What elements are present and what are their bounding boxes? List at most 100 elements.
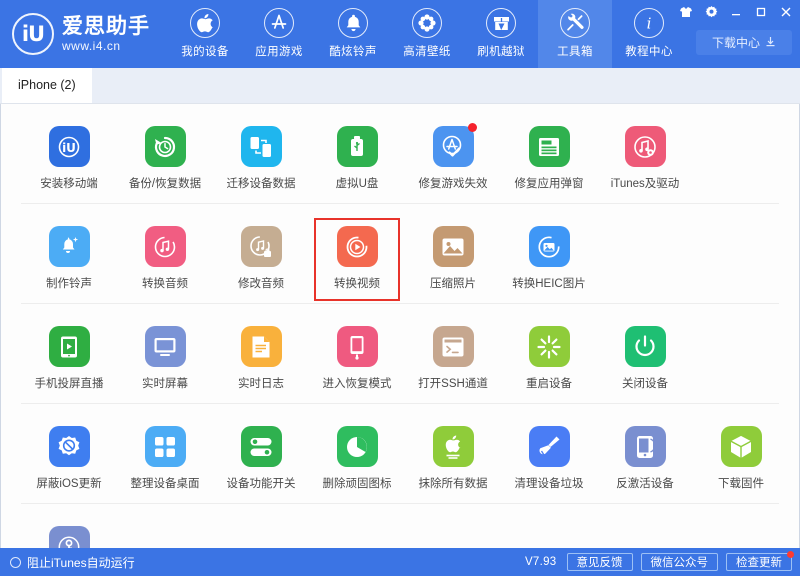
tool-item[interactable]: 删除顽固图标 bbox=[309, 418, 405, 503]
tool-item-label: 压缩照片 bbox=[430, 277, 476, 291]
tool-row: 访问限制 bbox=[21, 504, 779, 548]
nav-item-2[interactable]: 酷炫铃声 bbox=[316, 0, 390, 68]
tool-item-label: 下载固件 bbox=[718, 477, 764, 491]
tool-item-label: 修改音频 bbox=[238, 277, 284, 291]
tool-item-label: 重启设备 bbox=[526, 377, 572, 391]
nav-item-1[interactable]: 应用游戏 bbox=[242, 0, 316, 68]
appstore-fix-icon bbox=[433, 126, 474, 167]
app-header: iU 爱思助手 www.i4.cn 我的设备应用游戏酷炫铃声高清壁纸刷机越狱工具… bbox=[0, 0, 800, 68]
footer-button-1[interactable]: 微信公众号 bbox=[641, 553, 719, 571]
nav-item-0[interactable]: 我的设备 bbox=[168, 0, 242, 68]
nav-item-5[interactable]: 工具箱 bbox=[538, 0, 612, 68]
tool-item-label: 虚拟U盘 bbox=[336, 177, 379, 191]
tool-item[interactable]: 关闭设备 bbox=[597, 318, 693, 403]
tool-item[interactable]: 清理设备垃圾 bbox=[501, 418, 597, 503]
minimize-button[interactable] bbox=[728, 4, 744, 20]
brand-name: 爱思助手 bbox=[62, 15, 150, 39]
tool-item[interactable]: 进入恢复模式 bbox=[309, 318, 405, 403]
notification-badge bbox=[468, 123, 477, 132]
tool-item[interactable]: 实时屏幕 bbox=[117, 318, 213, 403]
tool-item-label: 删除顽固图标 bbox=[323, 477, 392, 491]
tool-item-label: 转换HEIC图片 bbox=[512, 277, 585, 291]
block-ios-update-icon bbox=[49, 426, 90, 467]
screen-cast-icon bbox=[49, 326, 90, 367]
tool-item[interactable]: 访问限制 bbox=[21, 518, 117, 548]
live-screen-icon bbox=[145, 326, 186, 367]
settings-gear-icon[interactable] bbox=[703, 4, 719, 20]
footer-button-label: 意见反馈 bbox=[577, 554, 623, 570]
skin-icon[interactable] bbox=[678, 4, 694, 20]
arrange-desktop-icon bbox=[145, 426, 186, 467]
tool-item[interactable]: 整理设备桌面 bbox=[117, 418, 213, 503]
apple-icon bbox=[190, 8, 220, 38]
close-button[interactable] bbox=[778, 4, 794, 20]
itunes-driver-icon bbox=[625, 126, 666, 167]
version-label: V7.93 bbox=[525, 556, 557, 568]
tool-item[interactable]: 修复应用弹窗 bbox=[501, 118, 597, 203]
usb-drive-icon bbox=[337, 126, 378, 167]
ssh-terminal-icon bbox=[433, 326, 474, 367]
remove-icon-icon bbox=[337, 426, 378, 467]
device-tab-strip: iPhone (2) bbox=[0, 68, 800, 104]
svg-text:iU: iU bbox=[62, 141, 76, 155]
tool-item[interactable]: 虚拟U盘 bbox=[309, 118, 405, 203]
tool-item[interactable]: 修复游戏失效 bbox=[405, 118, 501, 203]
window-controls bbox=[678, 4, 794, 20]
footer-button-label: 检查更新 bbox=[736, 554, 782, 570]
clean-junk-icon bbox=[529, 426, 570, 467]
tool-item[interactable]: 重启设备 bbox=[501, 318, 597, 403]
tool-item[interactable]: 备份/恢复数据 bbox=[117, 118, 213, 203]
tool-item-label: 转换音频 bbox=[142, 277, 188, 291]
tool-item[interactable]: 转换视频 bbox=[309, 218, 405, 303]
footer-button-label: 微信公众号 bbox=[651, 554, 709, 570]
tool-item[interactable]: 抹除所有数据 bbox=[405, 418, 501, 503]
convert-audio-icon bbox=[145, 226, 186, 267]
tool-item[interactable]: 制作铃声 bbox=[21, 218, 117, 303]
convert-video-icon bbox=[337, 226, 378, 267]
tool-row: 制作铃声转换音频 修改音频 转换视频压缩照片 转换HEIC图片 bbox=[21, 204, 779, 304]
tool-item[interactable]: 打开SSH通道 bbox=[405, 318, 501, 403]
tool-item[interactable]: 实时日志 bbox=[213, 318, 309, 403]
access-restriction-icon bbox=[49, 526, 90, 548]
migrate-data-icon bbox=[241, 126, 282, 167]
recovery-mode-icon bbox=[337, 326, 378, 367]
tool-item[interactable]: iU 安装移动端 bbox=[21, 118, 117, 203]
nav-item-4[interactable]: 刷机越狱 bbox=[464, 0, 538, 68]
tool-item[interactable]: 反激活设备 bbox=[597, 418, 693, 503]
tool-item-label: 安装移动端 bbox=[40, 177, 98, 191]
i4-app-icon: iU bbox=[49, 126, 90, 167]
download-center-button[interactable]: 下载中心 bbox=[696, 30, 792, 55]
maximize-button[interactable] bbox=[753, 4, 769, 20]
tool-item[interactable]: 迁移设备数据 bbox=[213, 118, 309, 203]
status-bar: 阻止iTunes自动运行 V7.93 意见反馈 微信公众号 检查更新 bbox=[0, 548, 800, 576]
tool-row: 屏蔽iOS更新整理设备桌面设备功能开关删除顽固图标抹除所有数据清理设备垃圾反激活… bbox=[21, 404, 779, 504]
tool-row: 手机投屏直播实时屏幕实时日志进入恢复模式打开SSH通道重启设备 关闭设备 bbox=[21, 304, 779, 404]
footer-button-0[interactable]: 意见反馈 bbox=[567, 553, 633, 571]
block-itunes-toggle[interactable]: 阻止iTunes自动运行 bbox=[10, 554, 135, 571]
toolbox-icon bbox=[560, 8, 590, 38]
radio-icon bbox=[10, 557, 21, 568]
tool-item[interactable]: 转换音频 bbox=[117, 218, 213, 303]
nav-item-6[interactable]: i教程中心 bbox=[612, 0, 686, 68]
block-itunes-label: 阻止iTunes自动运行 bbox=[27, 554, 135, 571]
download-firmware-icon bbox=[721, 426, 762, 467]
tool-item[interactable]: 修改音频 bbox=[213, 218, 309, 303]
tool-item-label: 关闭设备 bbox=[622, 377, 668, 391]
footer-button-2[interactable]: 检查更新 bbox=[726, 553, 792, 571]
feature-toggle-icon bbox=[241, 426, 282, 467]
tool-item[interactable]: 屏蔽iOS更新 bbox=[21, 418, 117, 503]
device-tab-0[interactable]: iPhone (2) bbox=[2, 67, 92, 103]
tool-item[interactable]: 转换HEIC图片 bbox=[501, 218, 597, 303]
flower-icon bbox=[412, 8, 442, 38]
tool-item-label: 清理设备垃圾 bbox=[515, 477, 584, 491]
make-ringtone-icon bbox=[49, 226, 90, 267]
tool-item[interactable]: 设备功能开关 bbox=[213, 418, 309, 503]
tool-item[interactable]: 手机投屏直播 bbox=[21, 318, 117, 403]
power-off-icon bbox=[625, 326, 666, 367]
appleid-card-icon bbox=[529, 126, 570, 167]
nav-item-3[interactable]: 高清壁纸 bbox=[390, 0, 464, 68]
tool-item[interactable]: 压缩照片 bbox=[405, 218, 501, 303]
appstore-icon bbox=[264, 8, 294, 38]
tool-item[interactable]: 下载固件 bbox=[693, 418, 789, 503]
tool-item[interactable]: iTunes及驱动 bbox=[597, 118, 693, 203]
